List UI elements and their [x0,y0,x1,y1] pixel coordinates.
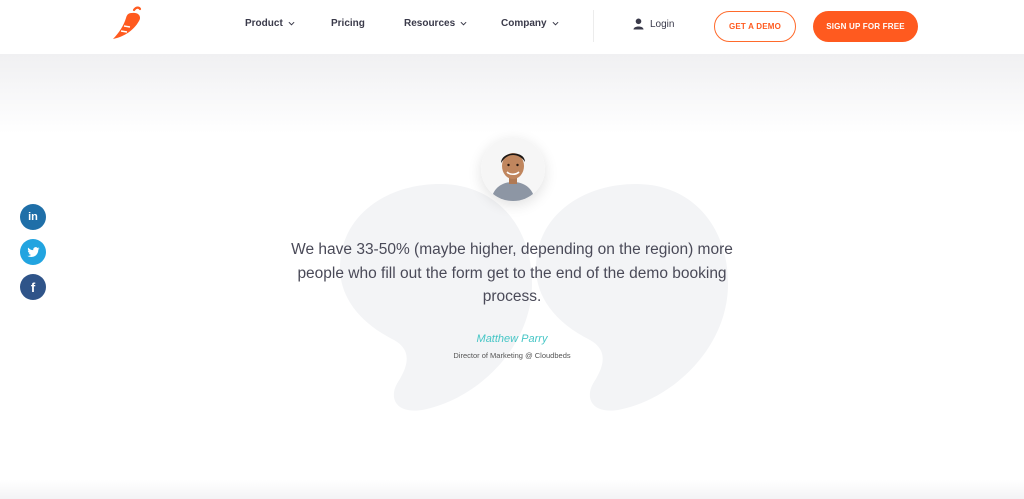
nav-resources-label: Resources [404,18,456,29]
twitter-icon [26,246,40,257]
nav-company[interactable]: Company [501,18,559,29]
sign-up-button[interactable]: SIGN UP FOR FREE [813,11,918,42]
person-photo [481,137,545,201]
footer-shadow-band [0,480,1024,499]
chevron-down-icon [460,21,467,26]
facebook-share-button[interactable]: f [20,274,46,300]
nav-divider [593,10,594,42]
testimonial-quote: We have 33-50% (maybe higher, depending … [291,241,733,305]
twitter-share-button[interactable] [20,239,46,265]
facebook-icon: f [30,279,36,295]
nav-resources[interactable]: Resources [404,18,467,29]
linkedin-share-button[interactable]: in [20,204,46,230]
chevron-down-icon [288,21,295,26]
avatar [481,137,545,201]
login-link[interactable]: Login [633,18,674,30]
linkedin-icon: in [28,211,38,223]
nav-product[interactable]: Product [245,18,295,29]
testimonial-author: Matthew Parry [476,333,548,345]
nav-product-label: Product [245,18,283,29]
login-label: Login [650,18,675,30]
testimonial-role: Director of Marketing @ Cloudbeds [453,351,571,360]
site-header: Product Pricing Resources Company Login … [0,0,1024,54]
nav-pricing-label: Pricing [331,18,365,29]
get-a-demo-button[interactable]: GET A DEMO [714,11,796,42]
chili-logo-icon[interactable] [110,6,144,42]
header-shadow-band [0,54,1024,134]
chevron-down-icon [552,21,559,26]
nav-company-label: Company [501,18,547,29]
user-icon [633,18,644,30]
nav-pricing[interactable]: Pricing [331,18,365,29]
